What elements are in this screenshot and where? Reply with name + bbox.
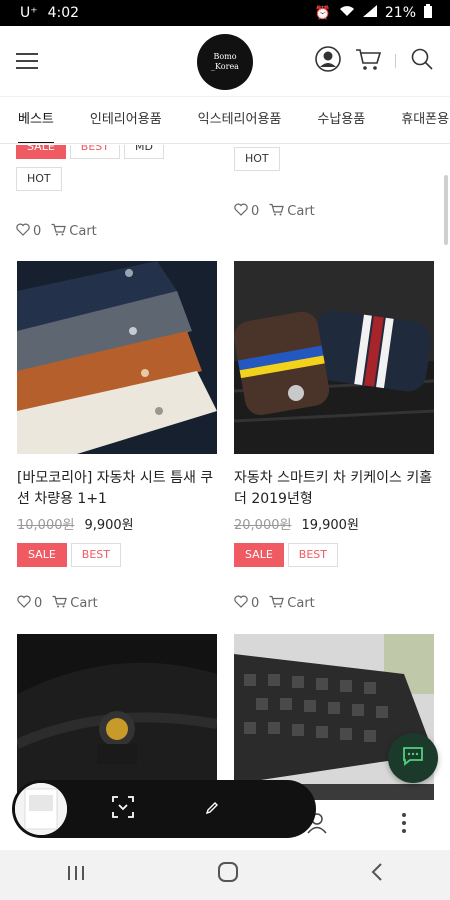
- back-icon[interactable]: [370, 862, 384, 888]
- signal-icon: [362, 5, 377, 21]
- product-price: 20,000원 19,900원: [234, 514, 434, 533]
- hot-badge: HOT: [234, 147, 280, 171]
- menu-icon[interactable]: [16, 53, 38, 69]
- heart-icon: [17, 595, 31, 612]
- cart-label: Cart: [287, 204, 315, 219]
- partial-badges-left: SALE BEST MD: [16, 145, 168, 159]
- wifi-icon: [339, 5, 355, 21]
- like-button[interactable]: 0: [17, 595, 42, 612]
- tab-storage[interactable]: 수납용품: [299, 97, 383, 143]
- like-button[interactable]: 0: [234, 595, 259, 612]
- partial-actions-left: 0 Cart: [16, 223, 97, 240]
- screenshot-thumbnail[interactable]: [15, 783, 67, 835]
- sale-badge: SALE: [16, 145, 66, 159]
- best-badge: BEST: [70, 543, 121, 567]
- cart-icon: [51, 223, 67, 240]
- product-card[interactable]: 자동차 스마트키 차 키케이스 키홀더 2019년형 20,000원 19,90…: [234, 261, 434, 612]
- cart-button[interactable]: Cart: [269, 595, 315, 612]
- tab-mobile[interactable]: 휴대폰용: [383, 97, 450, 143]
- partial-badges-left-row2: HOT: [16, 167, 66, 191]
- md-badge: MD: [124, 145, 164, 159]
- like-count: 0: [251, 596, 260, 611]
- battery-level: 21%: [384, 5, 416, 21]
- cart-icon: [52, 595, 68, 612]
- logo-text-line1: Bomo: [213, 52, 237, 61]
- product-title[interactable]: 자동차 스마트키 차 키케이스 키홀더 2019년형: [234, 468, 434, 510]
- cart-icon: [269, 595, 285, 612]
- like-count: 0: [34, 596, 43, 611]
- cart-label: Cart: [70, 596, 98, 611]
- like-count: 0: [33, 224, 42, 239]
- home-icon[interactable]: [217, 861, 239, 889]
- search-icon[interactable]: [410, 47, 434, 75]
- category-tabs: 베스트 인테리어용품 익스테리어용품 수납용품 휴대폰용: [0, 96, 450, 144]
- like-button[interactable]: 0: [16, 223, 41, 240]
- clock: 4:02: [47, 5, 80, 21]
- tab-interior[interactable]: 인테리어용품: [72, 97, 180, 143]
- like-count: 0: [251, 204, 260, 219]
- floating-toolbar: [12, 780, 316, 838]
- header-divider: [395, 54, 396, 68]
- app-header: Bomo _Korea: [0, 26, 450, 96]
- battery-icon: [424, 4, 432, 22]
- tab-exterior[interactable]: 익스테리어용품: [180, 97, 300, 143]
- sale-price: 9,900원: [84, 518, 134, 533]
- status-bar: U⁺ 4:02 ⏰ 21%: [0, 0, 450, 26]
- product-image[interactable]: [17, 634, 217, 804]
- partial-badges-right: HOT: [234, 147, 284, 171]
- tab-best[interactable]: 베스트: [0, 97, 72, 143]
- product-image[interactable]: [234, 261, 434, 454]
- brand-logo[interactable]: Bomo _Korea: [197, 34, 253, 90]
- original-price: 10,000원: [17, 518, 75, 533]
- account-icon[interactable]: [315, 46, 341, 76]
- heart-icon: [234, 203, 248, 220]
- product-actions: 0 Cart: [234, 595, 434, 612]
- like-button[interactable]: 0: [234, 203, 259, 220]
- recent-apps-icon[interactable]: [66, 863, 86, 888]
- logo-text-line2: _Korea: [211, 62, 239, 71]
- alarm-icon: ⏰: [314, 5, 331, 21]
- scroll-capture-icon[interactable]: [111, 795, 135, 823]
- hot-badge: HOT: [16, 167, 62, 191]
- scrollbar[interactable]: [444, 175, 448, 245]
- product-card[interactable]: [바모코리아] 자동차 시트 틈새 쿠션 차량용 1+1 10,000원 9,9…: [17, 261, 217, 612]
- chat-icon: [402, 746, 424, 770]
- original-price: 20,000원: [234, 518, 292, 533]
- product-actions: 0 Cart: [17, 595, 217, 612]
- cart-icon: [269, 203, 285, 220]
- sale-price: 19,900원: [301, 518, 359, 533]
- partial-actions-right: 0 Cart: [234, 203, 315, 220]
- sale-badge: SALE: [17, 543, 67, 567]
- cart-label: Cart: [287, 596, 315, 611]
- product-image[interactable]: [17, 261, 217, 454]
- cart-button[interactable]: Cart: [269, 203, 315, 220]
- product-badges: SALE BEST: [17, 543, 217, 567]
- cart-icon[interactable]: [355, 47, 382, 75]
- best-badge: BEST: [287, 543, 338, 567]
- system-navigation-bar: [0, 850, 450, 900]
- cart-label: Cart: [69, 224, 97, 239]
- heart-icon: [16, 223, 30, 240]
- product-title[interactable]: [바모코리아] 자동차 시트 틈새 쿠션 차량용 1+1: [17, 468, 217, 510]
- more-icon[interactable]: [400, 812, 408, 838]
- product-price: 10,000원 9,900원: [17, 514, 217, 533]
- cart-button[interactable]: Cart: [51, 223, 97, 240]
- edit-icon[interactable]: [205, 800, 219, 819]
- carrier-label: U⁺: [20, 5, 38, 21]
- sale-badge: SALE: [234, 543, 284, 567]
- cart-button[interactable]: Cart: [52, 595, 98, 612]
- chat-button[interactable]: [388, 733, 438, 783]
- product-badges: SALE BEST: [234, 543, 434, 567]
- product-list: SALE BEST MD HOT HOT 0 Cart 0 Cart [바모코리…: [0, 145, 450, 850]
- heart-icon: [234, 595, 248, 612]
- best-badge: BEST: [69, 145, 120, 159]
